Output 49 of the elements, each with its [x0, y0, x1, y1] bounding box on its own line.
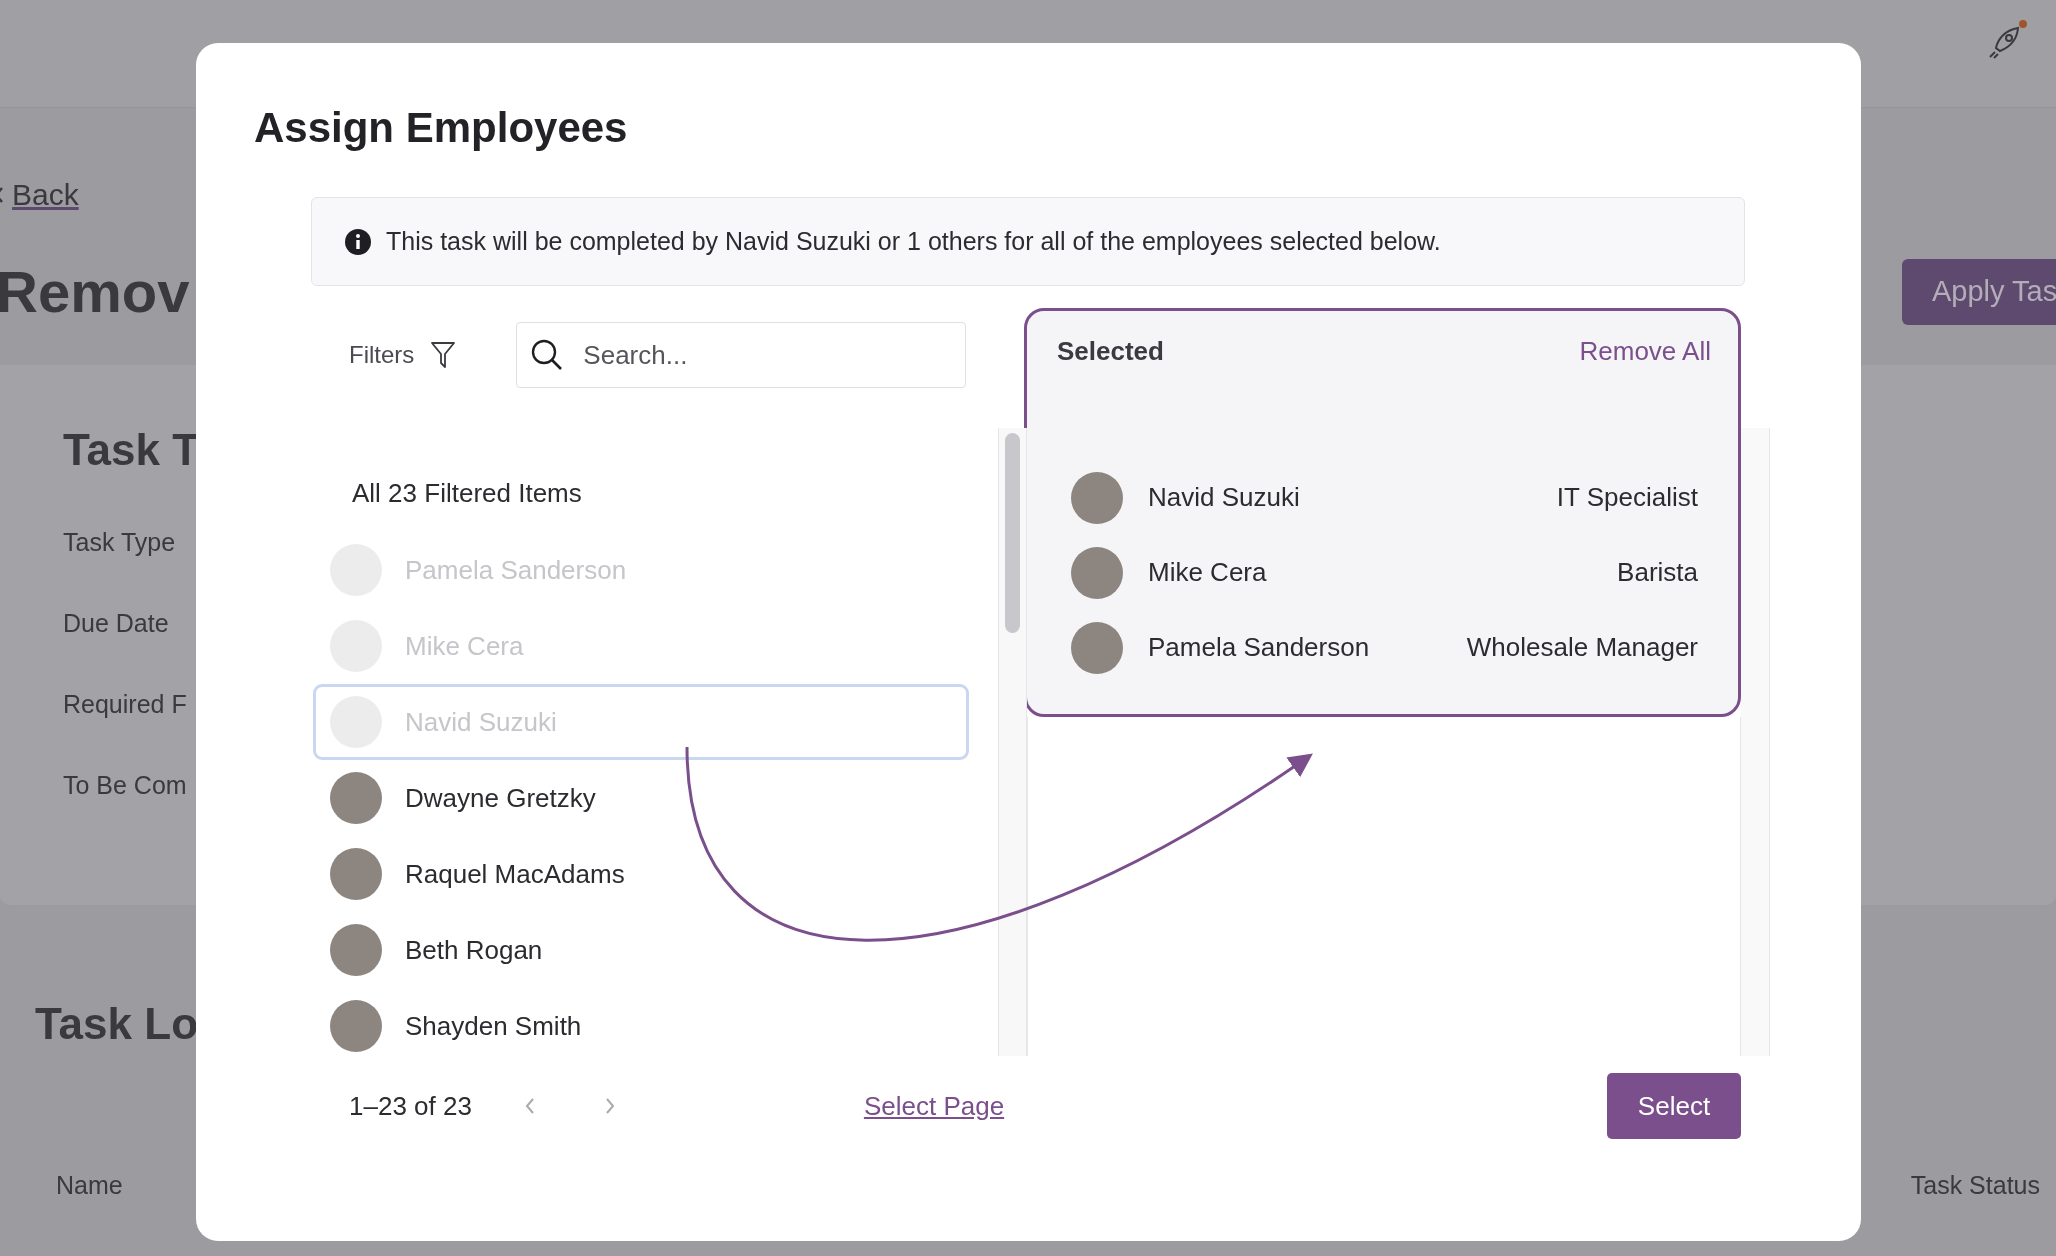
- apply-task-button[interactable]: Apply Tas: [1902, 258, 2056, 325]
- dialog-title: Assign Employees: [253, 103, 629, 153]
- employee-name: Mike Cera: [1148, 557, 1268, 588]
- employee-row[interactable]: Beth Rogan: [313, 912, 969, 988]
- employee-row[interactable]: Dwayne Gretzky: [313, 760, 969, 836]
- search-field[interactable]: Search...: [516, 322, 967, 388]
- chevron-right-icon: [603, 1096, 616, 1116]
- employee-role: Barista: [1617, 557, 1698, 588]
- avatar: [1071, 546, 1123, 599]
- employee-name: Beth Rogan: [405, 934, 543, 966]
- employee-row[interactable]: Raquel MacAdams: [313, 836, 969, 912]
- field-label: To Be Com: [63, 770, 187, 800]
- employee-name: Navid Suzuki: [1148, 482, 1301, 513]
- column-header: Name: [56, 1171, 123, 1200]
- chevron-left-icon: [523, 1096, 536, 1116]
- filters-button[interactable]: Filters: [349, 341, 457, 369]
- employee-name: Navid Suzuki: [405, 706, 557, 738]
- field-label: Due Date: [63, 608, 169, 638]
- employee-name: Pamela Sanderson: [1148, 632, 1371, 663]
- employee-name: Shayden Smith: [405, 1010, 582, 1042]
- avatar: [1071, 471, 1123, 524]
- avatar: [330, 1000, 382, 1052]
- filter-icon: [430, 341, 457, 369]
- employee-name: Raquel MacAdams: [405, 858, 625, 890]
- list-header: All 23 Filtered Items: [351, 477, 583, 510]
- employee-row[interactable]: Shayden Smith: [313, 988, 969, 1056]
- avatar: [330, 772, 382, 824]
- page-range: 1–23 of 23: [349, 1090, 472, 1122]
- remove-all-link[interactable]: Remove All: [1579, 335, 1711, 367]
- avatar: [330, 848, 382, 900]
- employee-name: Dwayne Gretzky: [405, 782, 596, 814]
- select-page-link[interactable]: Select Page: [863, 1090, 1005, 1122]
- employee-name: Mike Cera: [405, 630, 524, 662]
- back-link[interactable]: Back: [12, 178, 79, 212]
- page-title: Remov: [0, 258, 190, 325]
- avatar: [1071, 621, 1123, 674]
- info-icon: [344, 227, 372, 256]
- panel-title: Selected: [1057, 335, 1164, 367]
- field-label: Required F: [63, 689, 187, 719]
- info-text: This task will be completed by Navid Suzuki or 1 others for all of the employees selected below.: [386, 227, 1441, 256]
- scrollbar-thumb[interactable]: [1005, 433, 1020, 633]
- employee-name: Pamela Sanderson: [405, 554, 627, 586]
- employee-role: IT Specialist: [1556, 482, 1698, 513]
- section-title: Task Lo: [35, 999, 198, 1049]
- field-label: Task Type: [63, 527, 176, 557]
- select-button[interactable]: Select: [1607, 1073, 1741, 1139]
- employee-role: Wholesale Manager: [1466, 632, 1698, 663]
- avatar: [330, 924, 382, 976]
- column-header: Task Status: [1910, 1171, 2040, 1200]
